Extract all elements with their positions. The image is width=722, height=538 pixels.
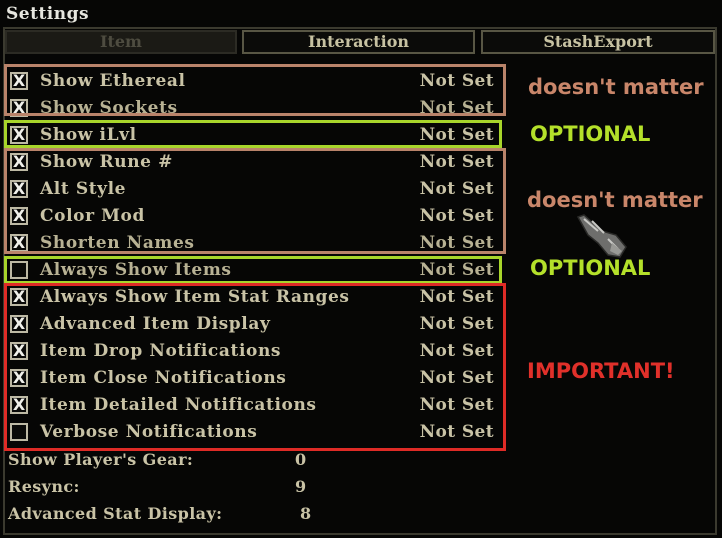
- annotation-label-optional-2: OPTIONAL: [530, 256, 651, 280]
- window-title: Settings: [6, 4, 90, 24]
- option-value[interactable]: Not Set: [420, 71, 494, 91]
- checkbox[interactable]: X: [10, 369, 28, 387]
- stat-value[interactable]: 8: [300, 504, 312, 523]
- option-label: Item Close Notifications: [40, 368, 287, 388]
- option-label: Show Rune #: [40, 152, 173, 172]
- annotation-label-optional-1: OPTIONAL: [530, 122, 651, 146]
- option-value[interactable]: Not Set: [420, 179, 494, 199]
- checkbox[interactable]: [10, 423, 28, 441]
- option-value[interactable]: Not Set: [420, 260, 494, 280]
- gauntlet-cursor-icon: [576, 214, 627, 258]
- checkbox[interactable]: X: [10, 153, 28, 171]
- option-verbose-notifications[interactable]: Verbose Notifications Not Set: [10, 421, 500, 445]
- option-show-ethereal[interactable]: X Show Ethereal Not Set: [10, 70, 500, 94]
- annotation-label-doesnt-matter-2: doesn't matter: [527, 188, 703, 212]
- option-value[interactable]: Not Set: [420, 341, 494, 361]
- option-value[interactable]: Not Set: [420, 422, 494, 442]
- option-show-rune-number[interactable]: X Show Rune # Not Set: [10, 151, 500, 175]
- checkbox[interactable]: X: [10, 342, 28, 360]
- option-label: Show Ethereal: [40, 71, 186, 91]
- option-label: Show iLvl: [40, 125, 137, 145]
- option-value[interactable]: Not Set: [420, 98, 494, 118]
- option-label: Advanced Item Display: [40, 314, 271, 334]
- option-value[interactable]: Not Set: [420, 368, 494, 388]
- stat-advanced-stat-display[interactable]: Advanced Stat Display: 8: [8, 504, 311, 526]
- option-value[interactable]: Not Set: [420, 125, 494, 145]
- option-value[interactable]: Not Set: [420, 287, 494, 307]
- checkbox[interactable]: X: [10, 396, 28, 414]
- option-label: Alt Style: [40, 179, 127, 199]
- annotation-label-doesnt-matter-1: doesn't matter: [528, 75, 704, 99]
- option-item-drop-notifications[interactable]: X Item Drop Notifications Not Set: [10, 340, 500, 364]
- option-item-detailed-notifications[interactable]: X Item Detailed Notifications Not Set: [10, 394, 500, 418]
- option-show-ilvl[interactable]: X Show iLvl Not Set: [10, 124, 500, 148]
- option-label: Item Drop Notifications: [40, 341, 282, 361]
- option-label: Show Sockets: [40, 98, 178, 118]
- checkbox[interactable]: [10, 261, 28, 279]
- checkbox[interactable]: X: [10, 234, 28, 252]
- option-color-mod[interactable]: X Color Mod Not Set: [10, 205, 500, 229]
- tab-item[interactable]: Item: [5, 30, 237, 54]
- tab-stash-export[interactable]: StashExport: [481, 30, 715, 54]
- option-label: Always Show Items: [40, 260, 232, 280]
- stat-resync[interactable]: Resync: 9: [8, 477, 306, 499]
- option-always-show-item-stat-ranges[interactable]: X Always Show Item Stat Ranges Not Set: [10, 286, 500, 310]
- stat-label: Advanced Stat Display:: [8, 504, 223, 523]
- checkbox[interactable]: X: [10, 180, 28, 198]
- option-value[interactable]: Not Set: [420, 395, 494, 415]
- stat-value[interactable]: 9: [295, 477, 307, 496]
- option-always-show-items[interactable]: Always Show Items Not Set: [10, 259, 500, 283]
- checkbox[interactable]: X: [10, 126, 28, 144]
- checkbox[interactable]: X: [10, 99, 28, 117]
- option-label: Shorten Names: [40, 233, 195, 253]
- checkbox[interactable]: X: [10, 72, 28, 90]
- option-show-sockets[interactable]: X Show Sockets Not Set: [10, 97, 500, 121]
- settings-window: Settings Item Interaction StashExport X …: [0, 0, 722, 538]
- tab-interaction[interactable]: Interaction: [242, 30, 475, 54]
- option-advanced-item-display[interactable]: X Advanced Item Display Not Set: [10, 313, 500, 337]
- option-label: Always Show Item Stat Ranges: [40, 287, 350, 307]
- checkbox[interactable]: X: [10, 207, 28, 225]
- option-item-close-notifications[interactable]: X Item Close Notifications Not Set: [10, 367, 500, 391]
- option-label: Color Mod: [40, 206, 145, 226]
- option-alt-style[interactable]: X Alt Style Not Set: [10, 178, 500, 202]
- stat-label: Show Player's Gear:: [8, 450, 194, 469]
- option-shorten-names[interactable]: X Shorten Names Not Set: [10, 232, 500, 256]
- checkbox[interactable]: X: [10, 315, 28, 333]
- option-value[interactable]: Not Set: [420, 206, 494, 226]
- annotation-label-important: IMPORTANT!: [527, 359, 675, 383]
- option-value[interactable]: Not Set: [420, 233, 494, 253]
- option-value[interactable]: Not Set: [420, 152, 494, 172]
- stat-show-players-gear[interactable]: Show Player's Gear: 0: [8, 450, 306, 472]
- option-label: Verbose Notifications: [40, 422, 258, 442]
- option-label: Item Detailed Notifications: [40, 395, 317, 415]
- stat-value[interactable]: 0: [295, 450, 307, 469]
- checkbox[interactable]: X: [10, 288, 28, 306]
- option-value[interactable]: Not Set: [420, 314, 494, 334]
- stat-label: Resync:: [8, 477, 80, 496]
